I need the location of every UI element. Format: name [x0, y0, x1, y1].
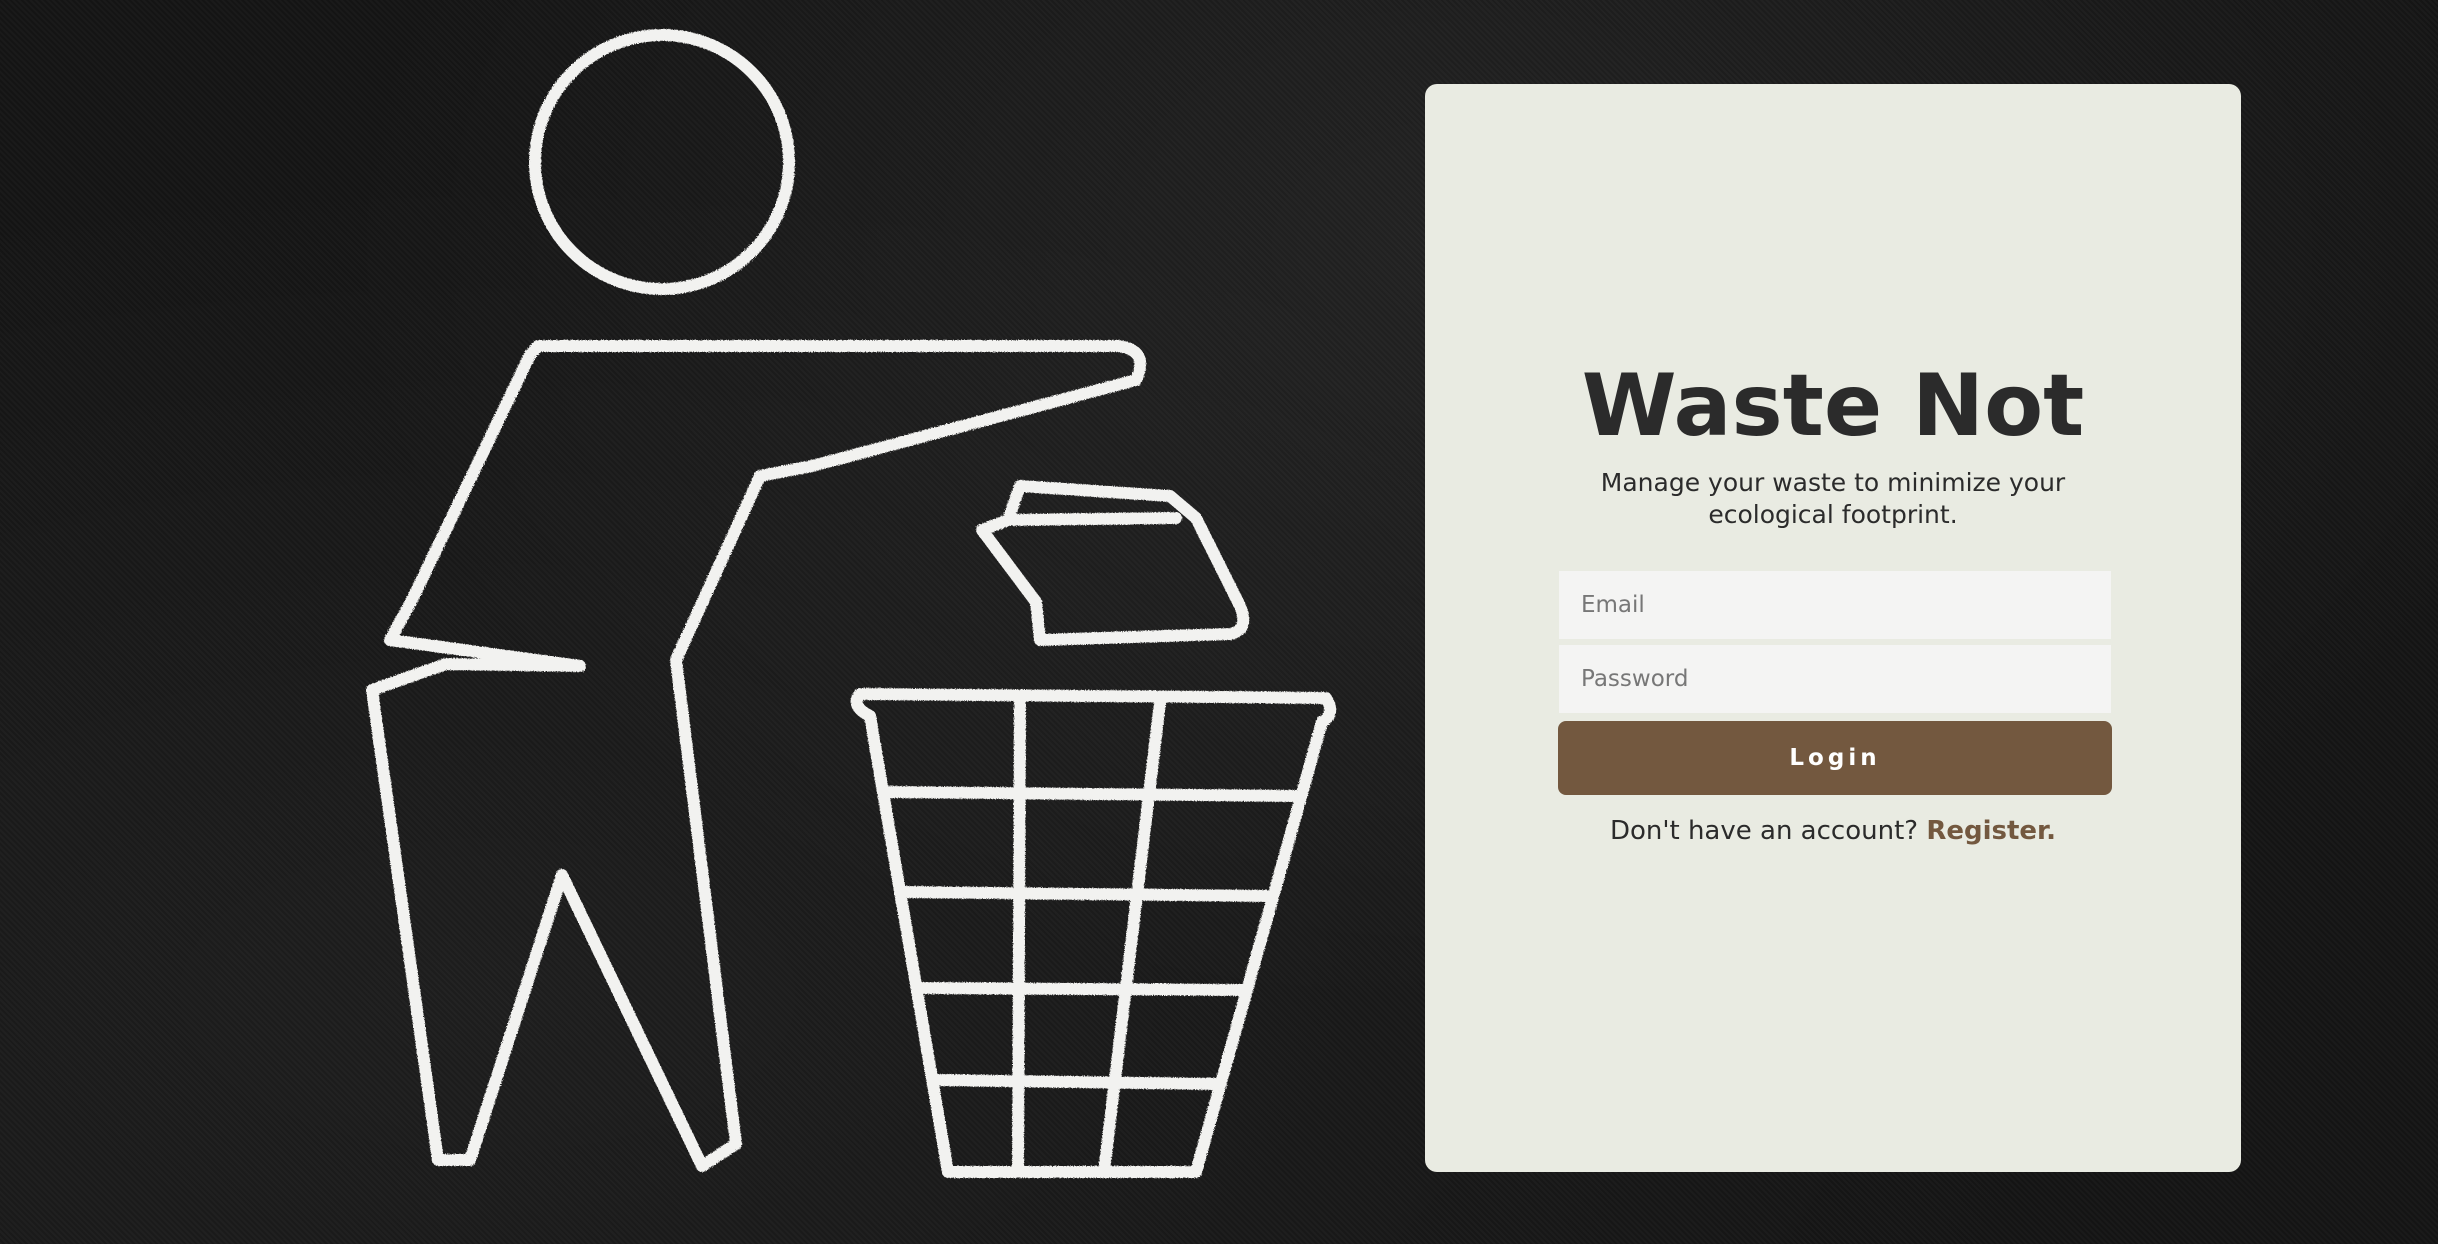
trash-bin-icon [850, 688, 1337, 1178]
register-prompt-line: Don't have an account? Register. [1425, 813, 2241, 849]
login-page: Waste Not Manage your waste to minimize … [0, 0, 2438, 1244]
app-subtitle: Manage your waste to minimize your ecolo… [1600, 468, 2066, 529]
person-trash-bin-icon [366, 29, 1337, 1178]
person-head-icon [529, 29, 795, 295]
login-card: Waste Not Manage your waste to minimize … [1425, 84, 2241, 1172]
paper-icon [976, 480, 1250, 646]
password-input[interactable] [1559, 645, 2111, 713]
register-link[interactable]: Register. [1926, 816, 2056, 846]
app-title: Waste Not [1581, 356, 2085, 456]
register-prompt-text: Don't have an account? [1609, 816, 1919, 846]
login-button[interactable]: Login [1558, 721, 2112, 795]
email-input[interactable] [1559, 571, 2111, 639]
